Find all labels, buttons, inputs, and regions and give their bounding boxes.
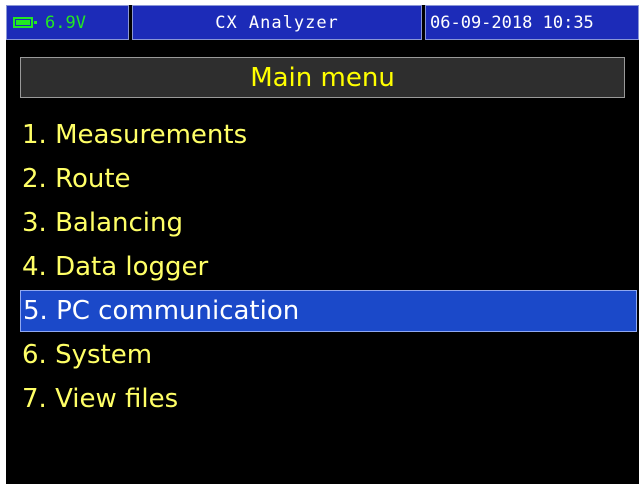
main-menu-list: 1. Measurements 2. Route 3. Balancing 4.… (20, 113, 637, 421)
battery-icon (13, 17, 37, 28)
menu-item-view-files[interactable]: 7. View files (20, 377, 637, 421)
date-time-separator (532, 13, 542, 33)
menu-item-pc-communication[interactable]: 5. PC communication (20, 290, 637, 332)
menu-item-system[interactable]: 6. System (20, 333, 637, 377)
page-title-text: Main menu (250, 62, 395, 93)
battery-voltage: 6.9V (45, 12, 86, 33)
menu-item-balancing[interactable]: 3. Balancing (20, 201, 637, 245)
app-title-text: CX Analyzer (215, 12, 339, 33)
battery-status: 6.9V (6, 5, 129, 40)
date-time: 06-09-2018 10:35 (425, 5, 639, 40)
status-bar: 6.9V CX Analyzer 06-09-2018 10:35 (6, 5, 639, 42)
menu-item-data-logger[interactable]: 4. Data logger (20, 245, 637, 289)
device-screen: 6.9V CX Analyzer 06-09-2018 10:35 Main m… (6, 5, 639, 484)
menu-item-measurements[interactable]: 1. Measurements (20, 113, 637, 157)
menu-item-route[interactable]: 2. Route (20, 157, 637, 201)
app-title: CX Analyzer (132, 5, 422, 40)
date-text: 06-09-2018 (430, 12, 533, 33)
page-title: Main menu (20, 57, 625, 98)
time-text: 10:35 (542, 12, 594, 33)
